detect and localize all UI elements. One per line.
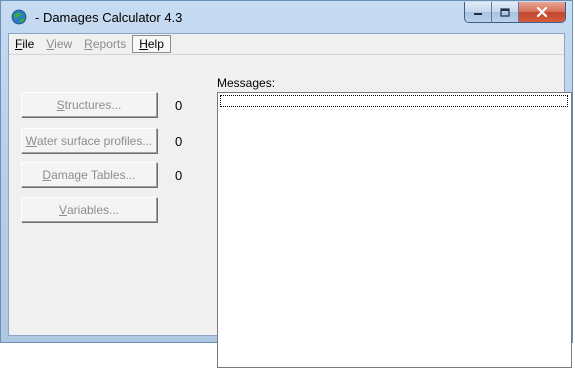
menu-file-label: ile (22, 37, 35, 51)
window-title: - Damages Calculator 4.3 (35, 10, 183, 25)
menu-view-mnemonic: V (46, 37, 55, 51)
water-surface-profiles-label: ater surface profiles... (36, 133, 153, 148)
variables-mnemonic: V (58, 202, 67, 217)
title-bar[interactable]: - Damages Calculator 4.3 (1, 1, 572, 33)
close-button[interactable] (519, 2, 565, 22)
menu-help-mnemonic: H (139, 37, 148, 51)
close-icon (536, 7, 548, 17)
minimize-button[interactable] (465, 2, 492, 22)
minimize-icon (474, 13, 482, 15)
structures-button[interactable]: Structures... (21, 92, 157, 117)
maximize-button[interactable] (492, 2, 519, 22)
water-surface-profiles-button[interactable]: Water surface profiles... (21, 128, 157, 153)
structures-label: tructures... (64, 97, 122, 112)
water-surface-profiles-count: 0 (175, 134, 183, 149)
menu-help-label: elp (147, 37, 164, 51)
variables-button[interactable]: Variables... (21, 197, 157, 222)
structures-count: 0 (175, 98, 183, 113)
damage-tables-mnemonic: D (42, 167, 52, 182)
damage-tables-button[interactable]: Damage Tables... (21, 162, 157, 187)
menu-reports-label: eports (92, 37, 127, 51)
messages-focus-row[interactable] (220, 95, 568, 107)
variables-label: ariables... (66, 202, 120, 217)
water-surface-profiles-mnemonic: W (25, 133, 37, 148)
menu-bar: File View Reports Help (9, 34, 564, 55)
menu-view-label: iew (54, 37, 73, 51)
structures-mnemonic: S (56, 97, 65, 112)
messages-label: Messages: (217, 76, 276, 90)
menu-help[interactable]: Help (132, 35, 171, 53)
damage-tables-label: amage Tables... (51, 167, 136, 182)
client-area: File View Reports Help Structures... 0 W… (8, 33, 572, 368)
app-window: - Damages Calculator 4.3 File View Repor… (0, 0, 573, 368)
menu-reports[interactable]: Reports (78, 35, 132, 53)
menu-reports-mnemonic: R (84, 37, 93, 51)
globe-app-icon (11, 9, 27, 25)
messages-listbox[interactable] (217, 92, 572, 368)
menu-view[interactable]: View (40, 35, 78, 53)
maximize-icon (500, 7, 510, 17)
caption-buttons (464, 2, 566, 23)
damage-tables-count: 0 (175, 168, 183, 183)
menu-file[interactable]: File (9, 35, 40, 53)
